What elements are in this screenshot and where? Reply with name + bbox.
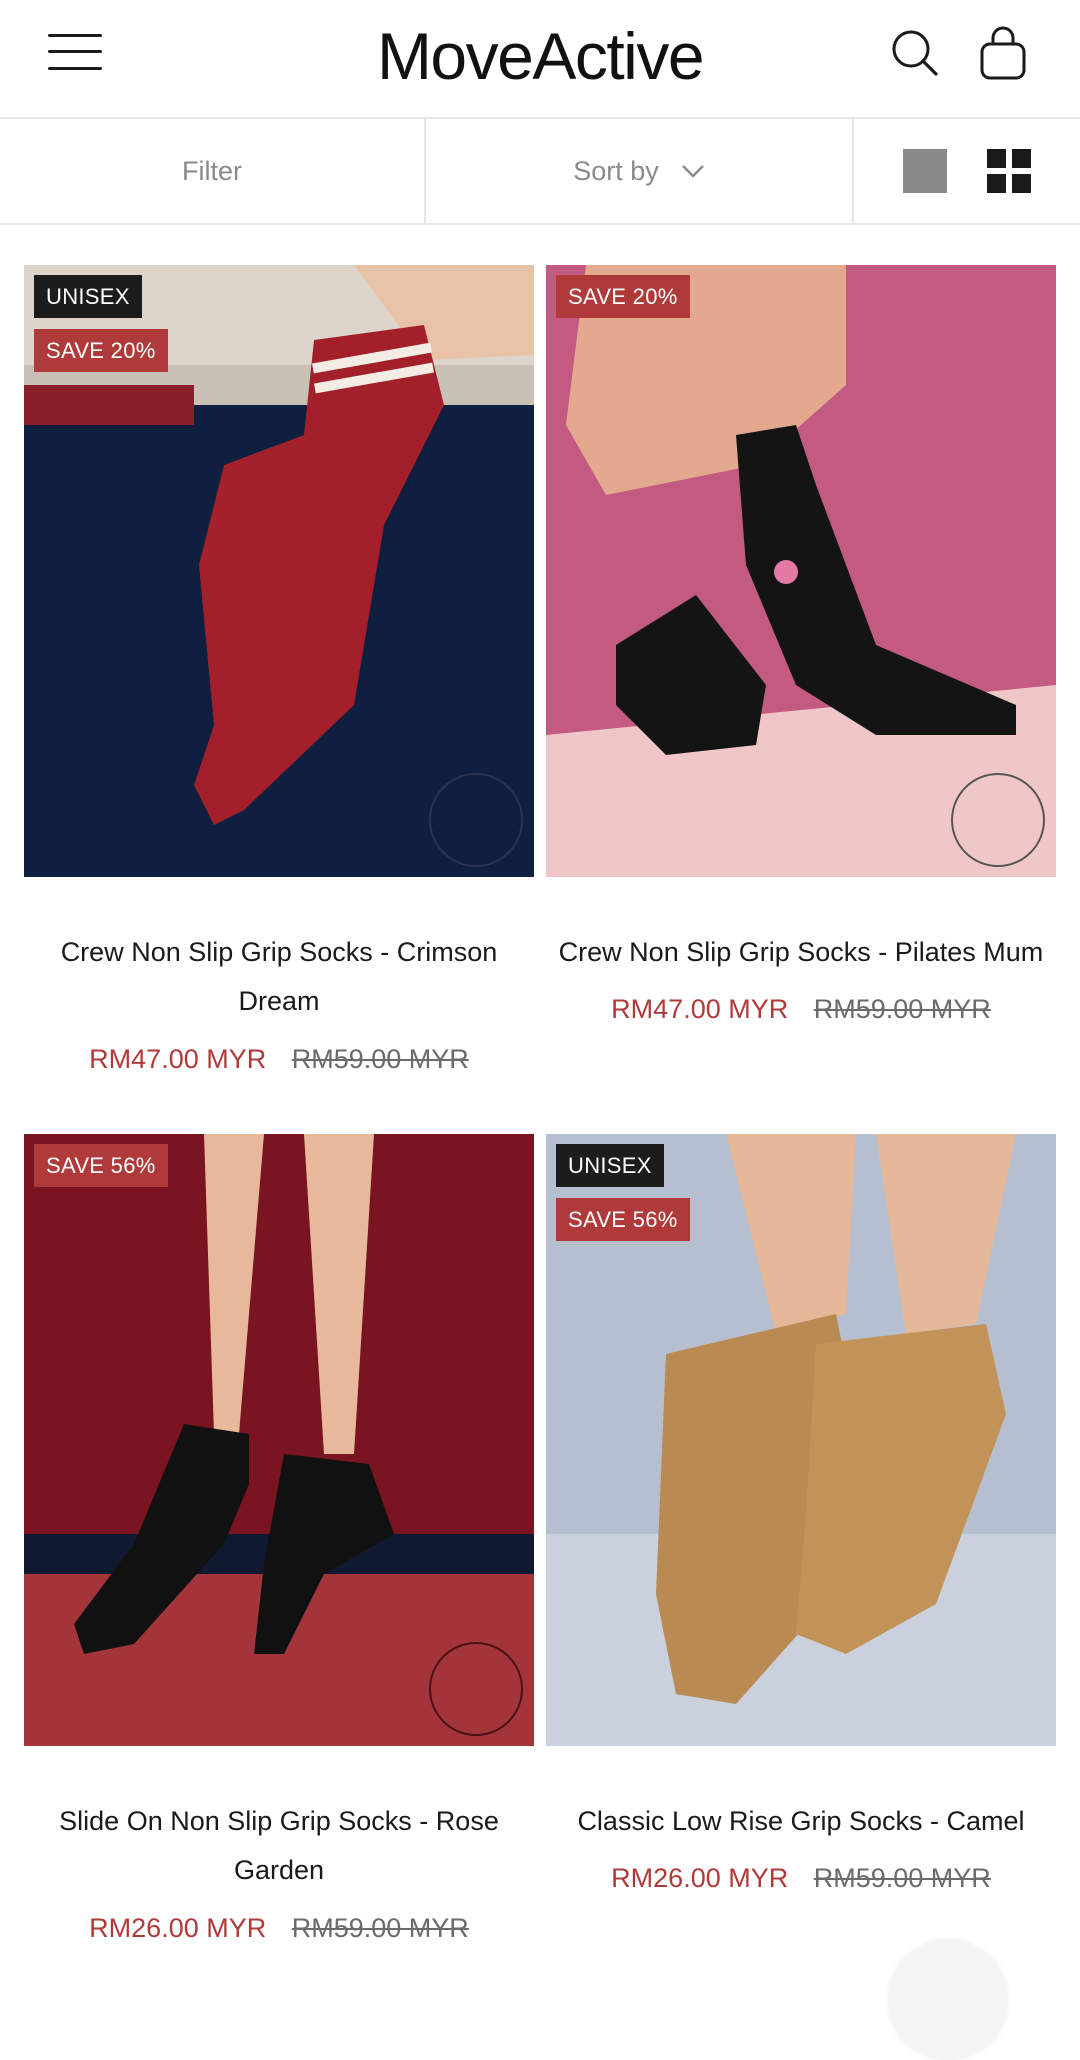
- collection-toolbar: Filter Sort by: [0, 119, 1080, 225]
- chevron-down-icon: [681, 165, 704, 178]
- sale-price: RM47.00 MYR: [611, 994, 789, 1024]
- product-title-line: Slide On Non Slip Grip Socks - Rose: [59, 1806, 499, 1836]
- single-column-view-icon[interactable]: [903, 149, 947, 193]
- compare-at-price: RM59.00 MYR: [813, 1863, 991, 1893]
- product-title[interactable]: Classic Low Rise Grip Socks - Camel: [546, 1797, 1056, 1846]
- sale-price: RM47.00 MYR: [89, 1044, 267, 1074]
- price-row: RM26.00 MYR RM59.00 MYR: [546, 1863, 1056, 1894]
- compare-at-price: RM59.00 MYR: [813, 994, 991, 1024]
- discount-badge: SAVE 20%: [556, 275, 690, 318]
- product-title[interactable]: Crew Non Slip Grip Socks - Pilates Mum: [546, 928, 1056, 977]
- site-header: MoveActive: [0, 0, 1080, 119]
- unisex-badge: UNISEX: [556, 1144, 664, 1187]
- product-title-line: Crew Non Slip Grip Socks - Crimson: [60, 937, 498, 967]
- product-image[interactable]: SAVE 56%: [24, 1134, 534, 1746]
- discount-badge: SAVE 20%: [34, 329, 168, 372]
- grid-view-icon[interactable]: [987, 149, 1031, 193]
- product-title-line: Crew Non Slip Grip Socks - Pilates Mum: [558, 937, 1044, 967]
- product-image[interactable]: UNISEX SAVE 20%: [24, 265, 534, 877]
- product-title-line: Dream: [238, 986, 320, 1016]
- product-title[interactable]: Crew Non Slip Grip Socks - Crimson Dream: [24, 928, 534, 1026]
- product-image[interactable]: UNISEX SAVE 56%: [546, 1134, 1056, 1746]
- product-image[interactable]: SAVE 20%: [546, 265, 1056, 877]
- price-row: RM47.00 MYR RM59.00 MYR: [546, 994, 1056, 1025]
- search-icon[interactable]: [890, 28, 940, 78]
- sort-label: Sort by: [573, 155, 659, 186]
- price-row: RM47.00 MYR RM59.00 MYR: [24, 1044, 534, 1075]
- discount-badge: SAVE 56%: [556, 1198, 690, 1241]
- compare-at-price: RM59.00 MYR: [291, 1044, 469, 1074]
- unisex-badge: UNISEX: [34, 275, 142, 318]
- product-title-line: Garden: [233, 1855, 325, 1885]
- product-title[interactable]: Slide On Non Slip Grip Socks - Rose Gard…: [24, 1797, 534, 1895]
- shopping-bag-icon[interactable]: [978, 26, 1028, 80]
- sale-price: RM26.00 MYR: [611, 1863, 789, 1893]
- filter-label: Filter: [182, 155, 242, 186]
- compare-at-price: RM59.00 MYR: [291, 1913, 469, 1943]
- hamburger-menu-icon[interactable]: [48, 32, 104, 72]
- price-row: RM26.00 MYR RM59.00 MYR: [24, 1913, 534, 1944]
- sale-price: RM26.00 MYR: [89, 1913, 267, 1943]
- filter-button[interactable]: Filter: [0, 119, 426, 223]
- chat-widget-button[interactable]: [888, 1940, 1008, 2060]
- product-title-line: Classic Low Rise Grip Socks - Camel: [577, 1806, 1025, 1836]
- sort-by-button[interactable]: Sort by: [426, 119, 854, 223]
- discount-badge: SAVE 56%: [34, 1144, 168, 1187]
